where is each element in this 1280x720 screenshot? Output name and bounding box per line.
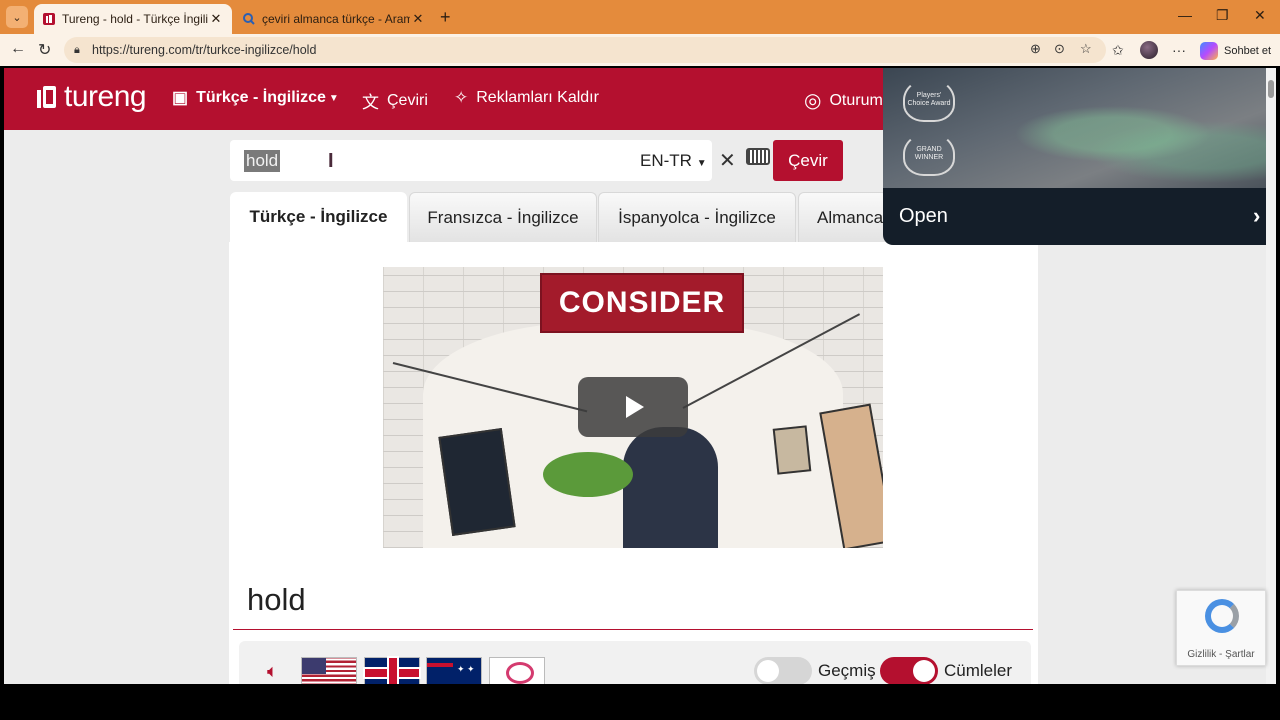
url-text: https://tureng.com/tr/turkce-ingilizce/h… (92, 43, 317, 57)
nav-translate[interactable]: 文 Çeviri (362, 88, 428, 113)
new-tab-button[interactable]: + (440, 7, 451, 28)
favorite-star-icon[interactable]: ☆ (1080, 41, 1092, 57)
favorites-icon[interactable]: ✩ (1112, 42, 1124, 59)
scrollbar-thumb[interactable] (1268, 80, 1274, 98)
language-pair-label: EN-TR (640, 151, 692, 170)
award-badge: GRAND WINNER (903, 132, 955, 176)
close-tab-icon[interactable]: ✕ (208, 11, 224, 27)
reload-icon[interactable]: ↻ (38, 40, 51, 60)
speech-bubble-icon[interactable] (489, 657, 545, 684)
toggle-knob (913, 660, 935, 682)
copilot-icon (1200, 42, 1218, 60)
logo-text: tureng (64, 80, 147, 113)
tureng-logo-icon (37, 86, 56, 108)
nav-remove-ads[interactable]: ✧ Reklamları Kaldır (454, 88, 599, 108)
word-title: hold (247, 582, 306, 617)
tab-turkish-english[interactable]: Türkçe - İngilizce (230, 192, 407, 242)
ad-open-button[interactable]: Open (899, 205, 948, 228)
recaptcha-links[interactable]: Gizlilik - Şartlar (1177, 649, 1265, 660)
sentences-toggle[interactable] (880, 657, 938, 684)
translate-icon: 文 (362, 93, 379, 112)
uk-flag-icon[interactable] (364, 657, 420, 684)
copilot-label: Sohbet et (1224, 45, 1272, 57)
translate-submit-button[interactable]: Çevir (773, 140, 843, 181)
tab-title: çeviri almanca türkçe - Arama (262, 12, 410, 26)
ad-overlay[interactable]: Players' Choice Award GRAND WINNER Open … (883, 68, 1266, 245)
recaptcha-icon (1205, 599, 1239, 633)
search-box: hold I EN-TR ▼ (230, 140, 712, 181)
tab-title: Tureng - hold - Türkçe İngilizce Sö (62, 12, 208, 26)
history-toggle[interactable] (754, 657, 812, 684)
page-scrollbar[interactable] (1266, 68, 1276, 684)
profile-avatar[interactable] (1140, 41, 1158, 59)
close-tab-icon[interactable]: ✕ (410, 11, 426, 27)
chevron-right-icon[interactable]: › (1253, 203, 1260, 229)
tab-tureng[interactable]: Tureng - hold - Türkçe İngilizce Sö ✕ (34, 4, 232, 34)
sentences-label: Cümleler (944, 661, 1013, 680)
taskbar-area (0, 684, 1280, 720)
video-player[interactable]: CONSIDER (383, 267, 883, 548)
caret-down-icon: ▼ (328, 92, 339, 104)
consider-banner: CONSIDER (540, 273, 744, 333)
person-illustration (623, 427, 718, 548)
clear-search-icon[interactable]: ✕ (719, 148, 736, 173)
browser-tab-bar: ⌄ Tureng - hold - Türkçe İngilizce Sö ✕ … (0, 0, 1280, 34)
text-cursor-icon: I (328, 150, 334, 172)
bag-illustration (772, 425, 812, 475)
zoom-icon[interactable]: ⊕ (1030, 41, 1041, 57)
browser-toolbar: ← ↻ 🔒︎ https://tureng.com/tr/turkce-ingi… (0, 34, 1280, 66)
nav-label: Türkçe - İngilizce (196, 89, 326, 106)
pronunciation-row: 🔈︎ Geçmiş Cümleler (239, 641, 1031, 684)
main-content: CONSIDER hold 🔈︎ Geçmiş Cümleler (229, 242, 1038, 684)
tab-german-english[interactable]: Almanca (798, 192, 888, 242)
award-badge: Players' Choice Award (903, 78, 955, 122)
back-arrow-icon[interactable]: ← (10, 40, 26, 58)
copilot-button[interactable]: Sohbet et (1200, 42, 1271, 60)
nav-dictionary-dropdown[interactable]: ▣ Türkçe - İngilizce ▼ (172, 88, 339, 108)
more-page-actions-icon[interactable]: ⊙ (1054, 41, 1065, 57)
tureng-logo[interactable]: tureng (36, 80, 147, 114)
lock-icon: 🔒︎ (74, 43, 80, 56)
user-icon: ◎ (804, 90, 822, 112)
restore-icon[interactable]: ❐ (1216, 7, 1229, 24)
menu-dots-icon[interactable]: ··· (1172, 42, 1186, 58)
play-icon[interactable] (578, 377, 688, 437)
us-flag-icon[interactable] (301, 657, 357, 684)
toggle-knob (757, 660, 779, 682)
keyboard-icon[interactable] (746, 148, 770, 165)
search-input[interactable]: hold (244, 150, 281, 172)
dictionary-icon: ▣ (172, 88, 189, 107)
nav-label: Çeviri (387, 91, 428, 109)
sparkle-icon: ✧ (454, 88, 469, 107)
divider (233, 629, 1033, 630)
close-window-icon[interactable]: ✕ (1254, 7, 1266, 24)
address-bar[interactable]: 🔒︎ https://tureng.com/tr/turkce-ingilizc… (64, 37, 1106, 63)
tureng-favicon-icon (43, 13, 55, 25)
nav-label: Reklamları Kaldır (476, 89, 599, 106)
nav-label: Oturum (829, 91, 883, 109)
au-flag-icon[interactable] (426, 657, 482, 684)
tab-actions-button[interactable]: ⌄ (6, 6, 28, 28)
caret-down-icon: ▼ (696, 158, 707, 169)
tab-french-english[interactable]: Fransızca - İngilizce (409, 192, 597, 242)
recaptcha-badge[interactable]: Gizlilik - Şartlar (1176, 590, 1266, 666)
language-pair-select[interactable]: EN-TR ▼ (640, 151, 707, 171)
tab-spanish-english[interactable]: İspanyolca - İngilizce (598, 192, 796, 242)
history-label: Geçmiş (818, 661, 876, 680)
minimize-icon[interactable]: — (1178, 7, 1192, 23)
tab-search[interactable]: çeviri almanca türkçe - Arama ✕ (234, 4, 434, 34)
plant-illustration (543, 452, 633, 497)
painting-bag-illustration (438, 428, 516, 536)
speaker-icon[interactable]: 🔈︎ (267, 661, 278, 682)
nav-login[interactable]: ◎ Oturum (804, 88, 883, 113)
search-favicon-icon (243, 13, 255, 25)
